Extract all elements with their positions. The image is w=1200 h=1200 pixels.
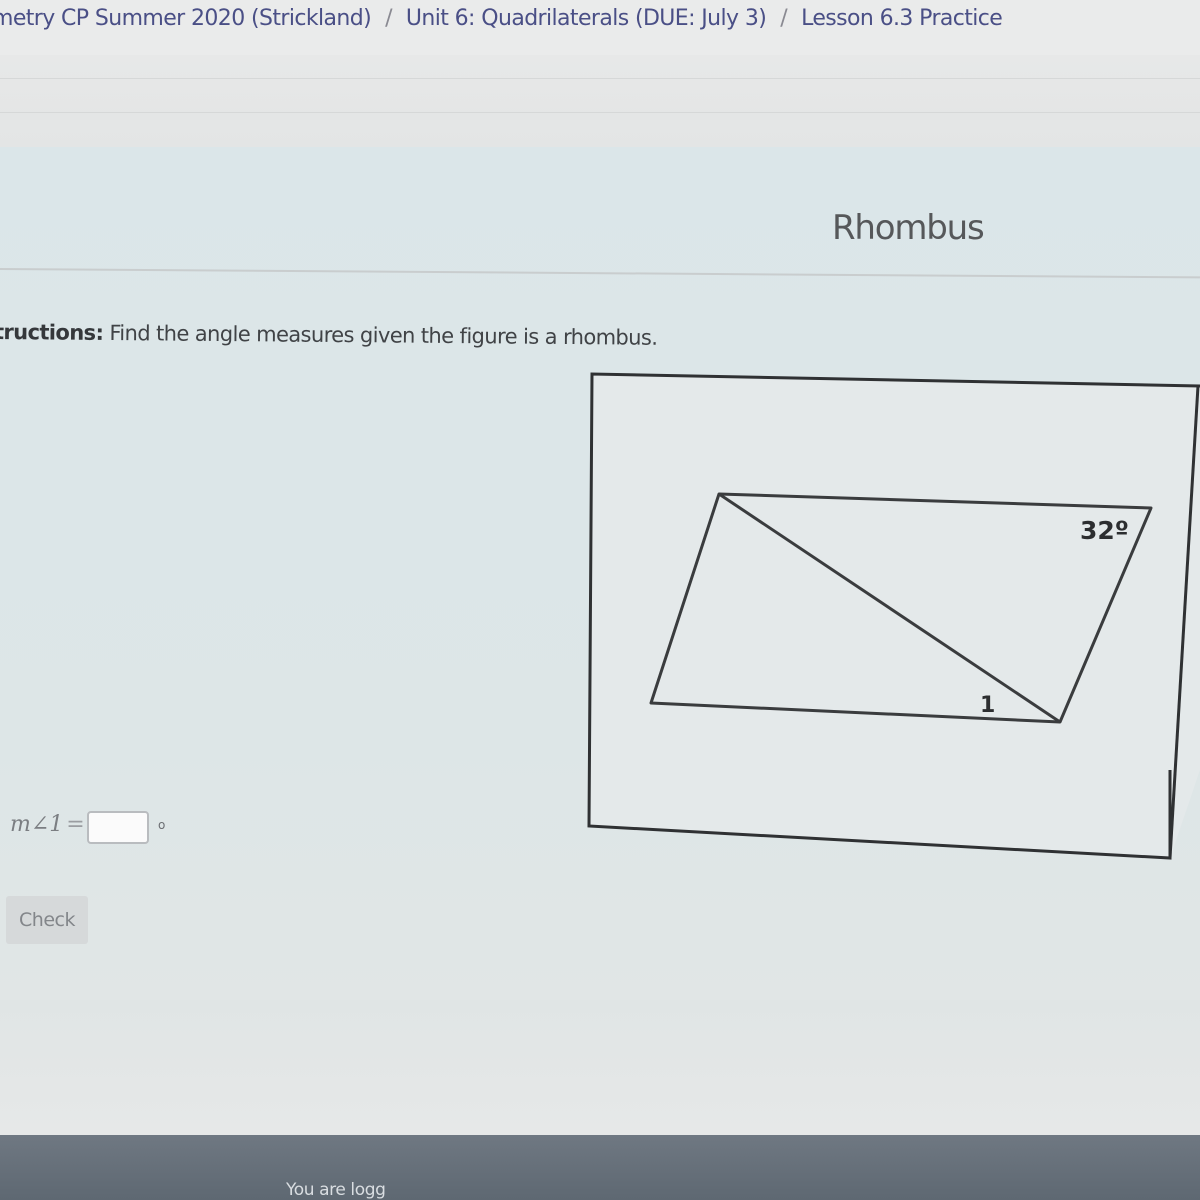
page: metry CP Summer 2020 (Strickland) / Unit 6… xyxy=(0,0,1200,1200)
header-band xyxy=(0,55,1200,147)
degree-symbol: o xyxy=(158,818,166,832)
breadcrumb-course-link[interactable]: metry CP Summer 2020 (Strickland) xyxy=(0,6,372,31)
header-divider xyxy=(0,78,1200,79)
header-divider xyxy=(0,112,1200,113)
breadcrumb-unit-link[interactable]: Unit 6: Quadrilaterals (DUE: July 3) xyxy=(406,6,767,31)
footer xyxy=(0,1135,1200,1200)
angle-expression: m∠1 xyxy=(10,812,64,837)
breadcrumb-separator: / xyxy=(385,6,392,31)
breadcrumb-lesson-link[interactable]: Lesson 6.3 Practice xyxy=(801,6,1003,31)
lesson-title: Rhombus xyxy=(832,208,985,248)
breadcrumb: metry CP Summer 2020 (Strickland) / Unit 6… xyxy=(0,0,1200,55)
answer-label: m∠1 = xyxy=(10,812,85,837)
footer-login-text: You are logg xyxy=(286,1180,386,1200)
instructions-label: tructions: xyxy=(0,320,104,345)
breadcrumb-trail: metry CP Summer 2020 (Strickland) / Unit 6… xyxy=(0,6,1003,31)
instructions-text: Find the angle measures given the figure… xyxy=(109,321,658,350)
breadcrumb-separator: / xyxy=(780,6,788,31)
angle-1-input[interactable] xyxy=(87,811,149,844)
panel-bottom xyxy=(0,1000,1200,1135)
check-button[interactable]: Check xyxy=(6,896,88,944)
equals-sign: = xyxy=(66,812,85,837)
